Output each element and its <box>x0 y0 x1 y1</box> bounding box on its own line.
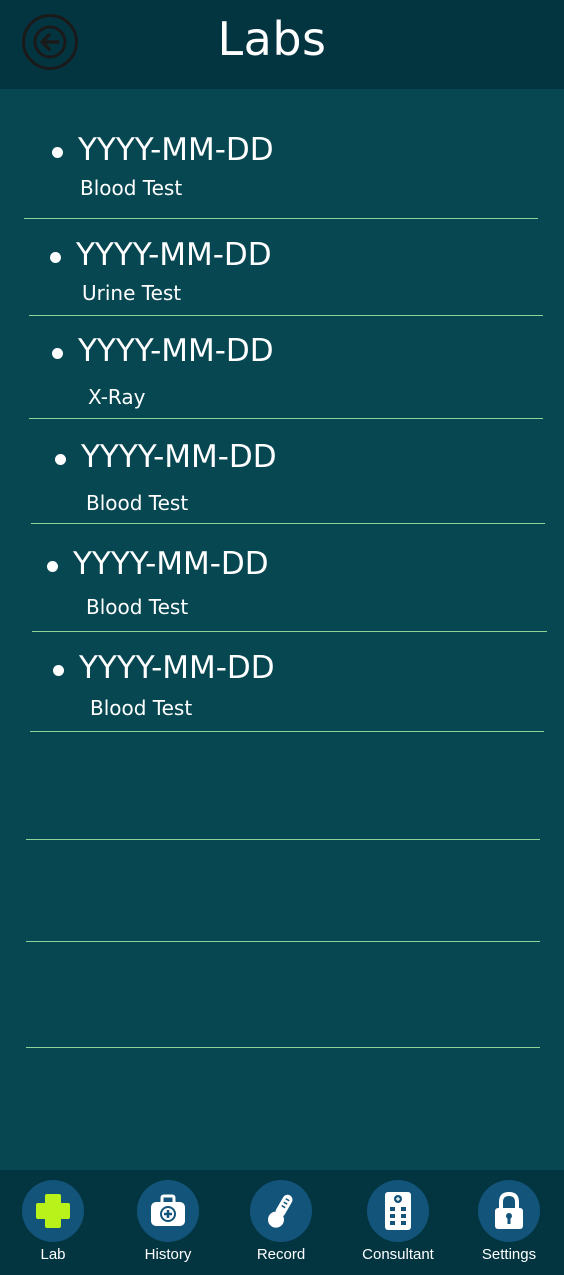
hospital-building-icon <box>385 1192 411 1230</box>
tab-label: Consultant <box>362 1246 434 1263</box>
lab-entry[interactable]: YYYY-MM-DD X-Ray <box>0 316 564 419</box>
divider <box>26 839 540 840</box>
divider <box>26 941 540 942</box>
tab-label: Lab <box>40 1246 66 1263</box>
lab-entry[interactable]: YYYY-MM-DD Blood Test <box>0 419 564 523</box>
divider <box>26 1047 540 1048</box>
bullet-icon <box>52 147 63 158</box>
tab-record[interactable]: Record <box>231 1180 331 1270</box>
tab-label: History <box>144 1246 192 1263</box>
tab-settings[interactable]: Settings <box>459 1180 559 1270</box>
lab-test-name: Blood Test <box>80 176 183 200</box>
tab-consultant[interactable]: Consultant <box>348 1180 448 1270</box>
lab-test-name: Blood Test <box>90 696 193 720</box>
tab-icon-circle <box>137 1180 199 1242</box>
lab-date: YYYY-MM-DD <box>79 650 275 686</box>
lab-date: YYYY-MM-DD <box>78 132 274 168</box>
divider <box>30 731 544 732</box>
bullet-icon <box>52 348 63 359</box>
bullet-icon <box>53 665 64 676</box>
thermometer-icon <box>268 1194 293 1228</box>
bottom-tab-bar: Lab History Record Consultant Settings <box>0 1170 564 1275</box>
lab-date: YYYY-MM-DD <box>73 546 269 582</box>
page-title: Labs <box>217 12 327 66</box>
labs-list: YYYY-MM-DD Blood Test YYYY-MM-DD Urine T… <box>0 89 564 1170</box>
lab-date: YYYY-MM-DD <box>81 439 277 475</box>
lock-icon <box>495 1191 523 1229</box>
lab-entry[interactable]: YYYY-MM-DD Blood Test <box>0 632 564 731</box>
bullet-icon <box>55 454 66 465</box>
top-bar: Labs <box>0 0 564 89</box>
tab-icon-circle <box>478 1180 540 1242</box>
tab-label: Record <box>256 1246 306 1263</box>
plus-cross-icon <box>36 1194 70 1228</box>
lab-date: YYYY-MM-DD <box>76 237 272 273</box>
lab-test-name: X-Ray <box>88 385 146 409</box>
lab-test-name: Blood Test <box>86 491 189 515</box>
medical-bag-icon <box>151 1194 185 1226</box>
lab-test-name: Urine Test <box>82 281 182 305</box>
tab-lab[interactable]: Lab <box>3 1180 103 1270</box>
lab-date: YYYY-MM-DD <box>78 333 274 369</box>
lab-test-name: Blood Test <box>86 595 189 619</box>
tab-history[interactable]: History <box>118 1180 218 1270</box>
bullet-icon <box>47 561 58 572</box>
lab-entry[interactable]: YYYY-MM-DD Blood Test <box>0 89 564 219</box>
tab-icon-circle <box>250 1180 312 1242</box>
bullet-icon <box>50 252 61 263</box>
tab-label: Settings <box>481 1246 537 1263</box>
lab-entry[interactable]: YYYY-MM-DD Blood Test <box>0 524 564 631</box>
tab-icon-circle <box>22 1180 84 1242</box>
lab-entry[interactable]: YYYY-MM-DD Urine Test <box>0 219 564 316</box>
tab-icon-circle <box>367 1180 429 1242</box>
